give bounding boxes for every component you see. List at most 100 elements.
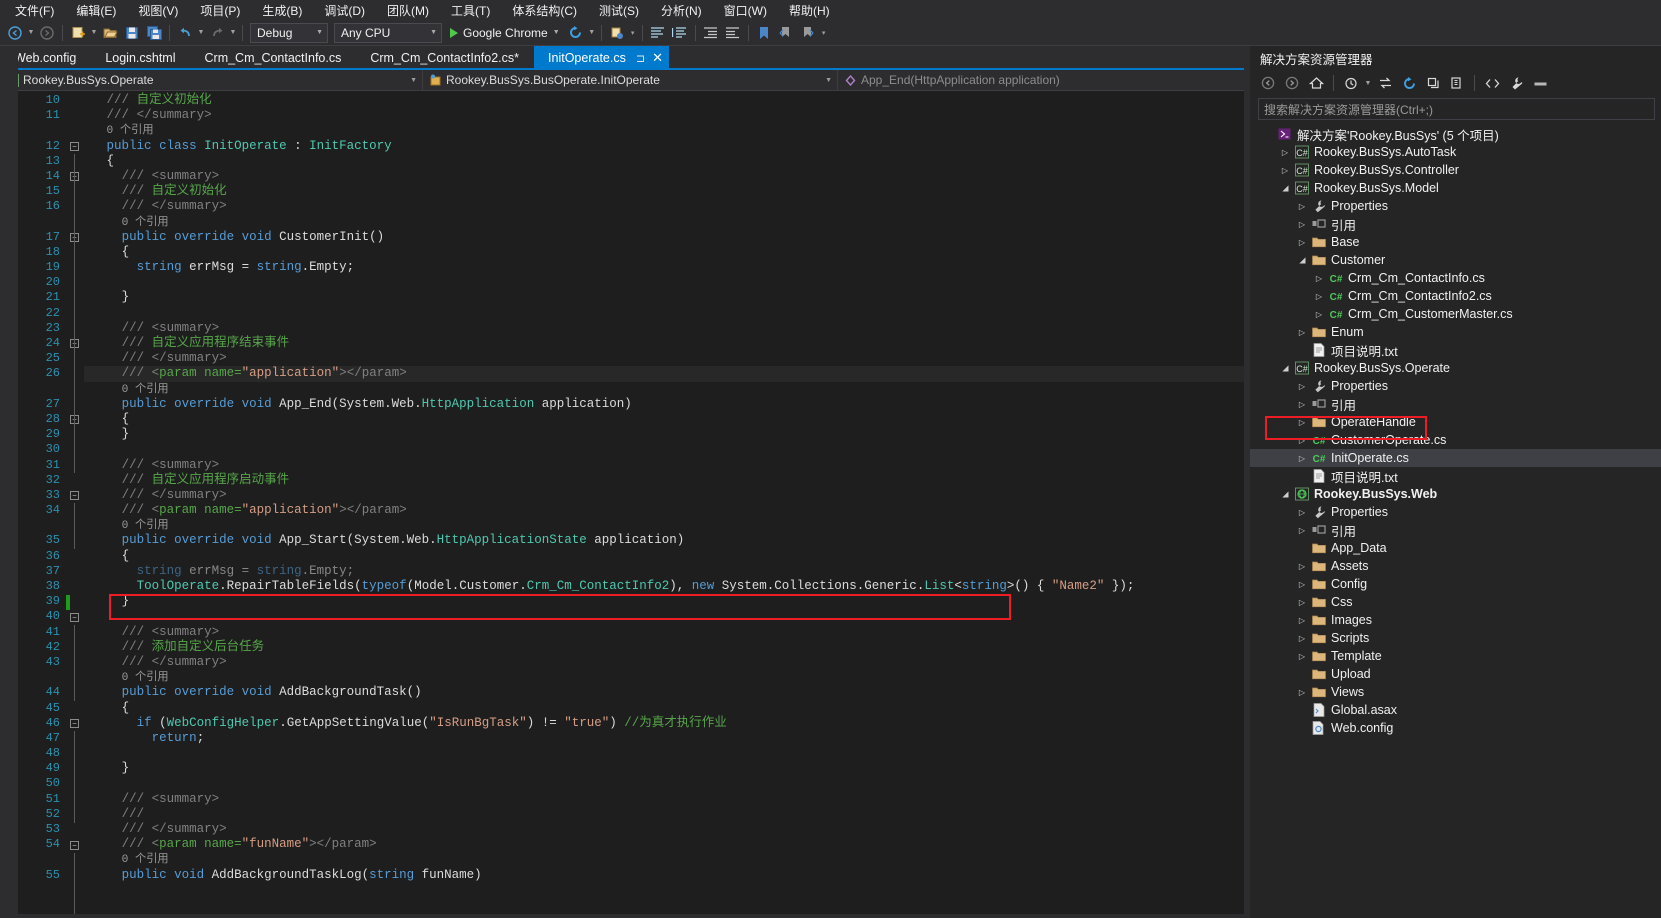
tree-item[interactable]: ▷ C# InitOperate.cs: [1250, 449, 1661, 467]
expander-collapsed-icon[interactable]: ▷: [1294, 562, 1310, 571]
properties-icon[interactable]: [1504, 72, 1528, 94]
expander-collapsed-icon[interactable]: ▷: [1277, 148, 1293, 157]
expander-collapsed-icon[interactable]: ▷: [1294, 616, 1310, 625]
tree-item[interactable]: ▷ 引用: [1250, 215, 1661, 233]
outlining-collapse-icon[interactable]: −: [70, 141, 79, 151]
expander-collapsed-icon[interactable]: ▷: [1294, 688, 1310, 697]
expander-collapsed-icon[interactable]: ▷: [1294, 382, 1310, 391]
comment-icon[interactable]: [647, 22, 669, 44]
solution-platform-combo[interactable]: Any CPU ▼: [334, 22, 442, 43]
menu-item-7[interactable]: 工具(T): [440, 0, 501, 21]
menu-item-12[interactable]: 帮助(H): [778, 0, 841, 21]
expander-collapsed-icon[interactable]: ▷: [1294, 598, 1310, 607]
document-tab-1[interactable]: Login.cshtml: [91, 46, 191, 70]
tree-item[interactable]: ▷ Base: [1250, 233, 1661, 251]
outlining-collapse-icon[interactable]: −: [70, 719, 79, 729]
navigate-back-icon[interactable]: [4, 22, 26, 44]
expander-collapsed-icon[interactable]: ▷: [1294, 202, 1310, 211]
tree-item[interactable]: ▷ Config: [1250, 575, 1661, 593]
tree-item[interactable]: ▷ C# CustomerOperate.cs: [1250, 431, 1661, 449]
new-project-dropdown-icon[interactable]: ▼: [89, 29, 99, 36]
outlining-gutter[interactable]: −−−−−−−−−: [66, 91, 84, 914]
indent-icon[interactable]: [700, 22, 722, 44]
outdent-icon[interactable]: [722, 22, 744, 44]
expander-collapsed-icon[interactable]: ▷: [1294, 418, 1310, 427]
outlining-collapse-icon[interactable]: −: [70, 612, 79, 622]
toolbar-overflow-icon[interactable]: ▾: [819, 29, 829, 37]
tree-item[interactable]: 项目说明.txt: [1250, 341, 1661, 359]
expander-collapsed-icon[interactable]: ▷: [1294, 220, 1310, 229]
view-code-icon[interactable]: [1480, 72, 1504, 94]
tree-item[interactable]: ◢ Rookey.BusSys.Web: [1250, 485, 1661, 503]
tree-item[interactable]: ▷ 引用: [1250, 395, 1661, 413]
expander-expanded-icon[interactable]: ◢: [1281, 180, 1290, 196]
save-all-icon[interactable]: [143, 22, 165, 44]
next-bookmark-icon[interactable]: [797, 22, 819, 44]
close-tab-icon[interactable]: ✕: [652, 50, 663, 66]
tree-item[interactable]: ▷ Enum: [1250, 323, 1661, 341]
tree-item[interactable]: ▷ C# Rookey.BusSys.Controller: [1250, 161, 1661, 179]
uncomment-icon[interactable]: [669, 22, 691, 44]
solution-explorer-search-input[interactable]: 搜索解决方案资源管理器(Ctrl+;): [1258, 98, 1655, 120]
tree-item[interactable]: ▷ Css: [1250, 593, 1661, 611]
navigate-back-dropdown-icon[interactable]: ▼: [26, 29, 36, 36]
expander-collapsed-icon[interactable]: ▷: [1294, 328, 1310, 337]
navbar-type-dropdown[interactable]: Rookey.BusSys.BusOperate.InitOperate ▼: [423, 70, 838, 90]
expander-expanded-icon[interactable]: ◢: [1298, 252, 1307, 268]
tree-item[interactable]: Global.asax: [1250, 701, 1661, 719]
left-tool-window-strip[interactable]: [0, 46, 18, 918]
navbar-project-dropdown[interactable]: C# Rookey.BusSys.Operate ▼: [0, 70, 423, 90]
tree-item[interactable]: ▷ 引用: [1250, 521, 1661, 539]
solution-tree[interactable]: 解决方案'Rookey.BusSys' (5 个项目) ▷ C# Rookey.Bus…: [1250, 123, 1661, 918]
chevron-down-icon[interactable]: ▼: [1363, 80, 1373, 87]
undo-icon[interactable]: [174, 22, 196, 44]
tree-item[interactable]: ▷ Images: [1250, 611, 1661, 629]
open-file-icon[interactable]: [99, 22, 121, 44]
expander-collapsed-icon[interactable]: ▷: [1294, 526, 1310, 535]
attach-to-process-icon[interactable]: [606, 22, 628, 44]
tree-item[interactable]: ▷ Properties: [1250, 503, 1661, 521]
menu-item-8[interactable]: 体系结构(C): [501, 0, 588, 21]
solution-configuration-combo[interactable]: Debug ▼: [250, 22, 328, 43]
document-tab-4[interactable]: InitOperate.cs ⊐ ✕: [534, 46, 670, 70]
expander-collapsed-icon[interactable]: ▷: [1311, 292, 1327, 301]
redo-icon[interactable]: [206, 22, 228, 44]
tree-item[interactable]: ▷ C# Rookey.BusSys.AutoTask: [1250, 143, 1661, 161]
menu-item-11[interactable]: 窗口(W): [713, 0, 778, 21]
tree-item[interactable]: ▷ Properties: [1250, 377, 1661, 395]
menu-item-10[interactable]: 分析(N): [650, 0, 713, 21]
refresh-icon[interactable]: [1397, 72, 1421, 94]
tree-item[interactable]: ▷ OperateHandle: [1250, 413, 1661, 431]
expander-collapsed-icon[interactable]: ▷: [1294, 238, 1310, 247]
navigate-forward-icon[interactable]: [36, 22, 58, 44]
previous-bookmark-icon[interactable]: [775, 22, 797, 44]
tree-item[interactable]: ▷ C# Crm_Cm_ContactInfo2.cs: [1250, 287, 1661, 305]
save-icon[interactable]: [121, 22, 143, 44]
expander-collapsed-icon[interactable]: ▷: [1311, 310, 1327, 319]
tree-item[interactable]: ◢ Customer: [1250, 251, 1661, 269]
menu-item-0[interactable]: 文件(F): [4, 0, 65, 21]
menu-item-5[interactable]: 调试(D): [313, 0, 376, 21]
menu-item-4[interactable]: 生成(B): [251, 0, 313, 21]
tree-item[interactable]: ▷ Assets: [1250, 557, 1661, 575]
menu-item-6[interactable]: 团队(M): [376, 0, 440, 21]
redo-dropdown-icon[interactable]: ▼: [228, 29, 238, 36]
tree-item[interactable]: ▷ C# Crm_Cm_CustomerMaster.cs: [1250, 305, 1661, 323]
expander-collapsed-icon[interactable]: ▷: [1294, 580, 1310, 589]
refresh-dropdown-icon[interactable]: ▼: [587, 29, 597, 36]
sync-with-active-document-icon[interactable]: [1373, 72, 1397, 94]
tree-item[interactable]: Upload: [1250, 665, 1661, 683]
home-icon[interactable]: [1304, 72, 1328, 94]
pin-tab-icon[interactable]: ⊐: [636, 52, 645, 65]
expander-collapsed-icon[interactable]: ▷: [1311, 274, 1327, 283]
tree-item[interactable]: ▷ Views: [1250, 683, 1661, 701]
tree-item[interactable]: App_Data: [1250, 539, 1661, 557]
outlining-collapse-icon[interactable]: −: [70, 840, 79, 850]
expander-collapsed-icon[interactable]: ▷: [1277, 166, 1293, 175]
new-project-icon[interactable]: [67, 22, 89, 44]
expander-collapsed-icon[interactable]: ▷: [1294, 400, 1310, 409]
forward-icon[interactable]: [1280, 72, 1304, 94]
tree-item[interactable]: ◢ C# Rookey.BusSys.Operate: [1250, 359, 1661, 377]
menu-item-2[interactable]: 视图(V): [127, 0, 189, 21]
show-all-files-icon[interactable]: [1445, 72, 1469, 94]
